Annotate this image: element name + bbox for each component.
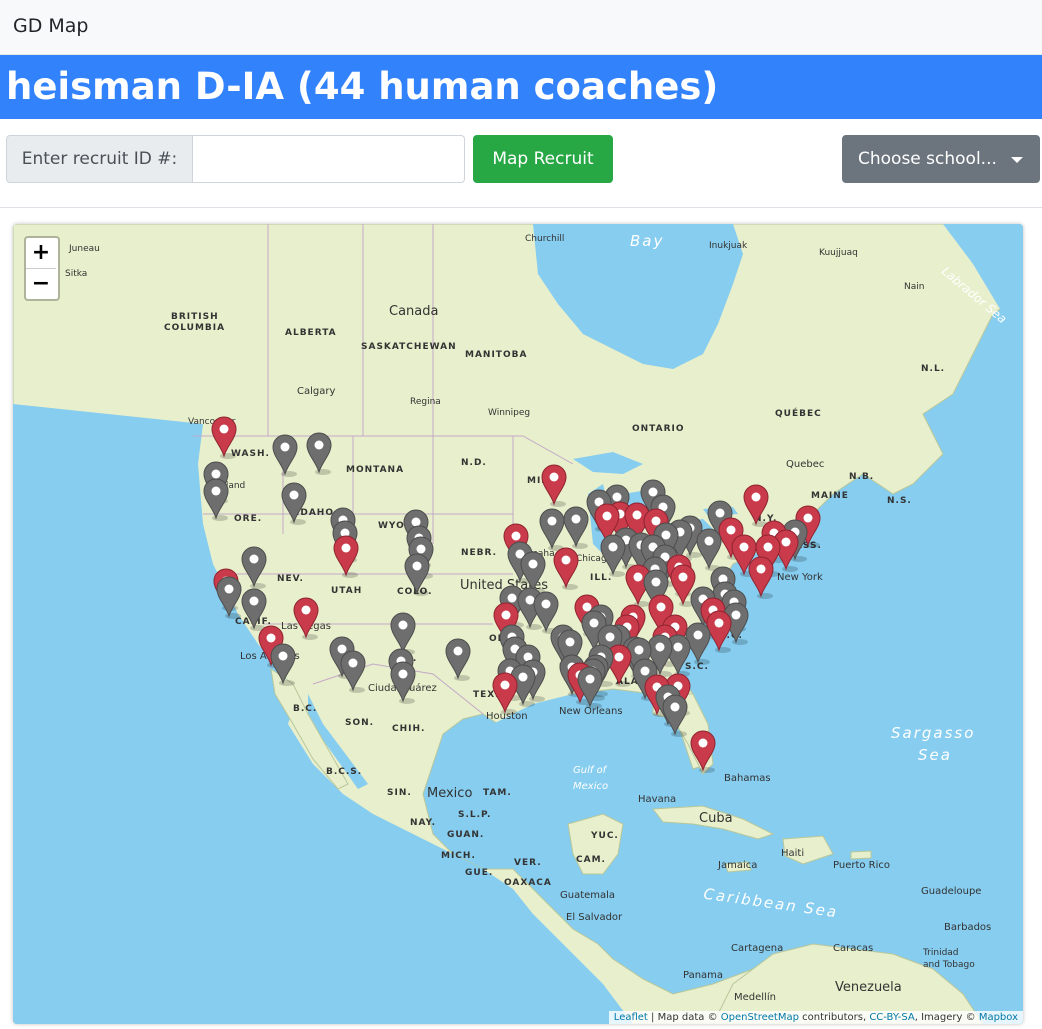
sim-school-marker[interactable]	[445, 638, 471, 681]
leaflet-link[interactable]: Leaflet	[614, 1012, 648, 1023]
sim-school-marker[interactable]	[216, 576, 242, 619]
sim-school-marker[interactable]	[340, 650, 366, 693]
human-coach-marker[interactable]	[541, 464, 567, 507]
sim-school-marker[interactable]	[563, 506, 589, 549]
zoom-control: + −	[24, 236, 60, 301]
attribution-text: contributors,	[798, 1012, 870, 1023]
map[interactable]: Juneau Sitka BRITISH COLUMBIA ALBERTA Ca…	[13, 224, 1023, 1024]
sim-school-marker[interactable]	[270, 643, 296, 686]
mapbox-link[interactable]: Mapbox	[979, 1012, 1018, 1023]
choose-school-label: Choose school...	[858, 149, 997, 169]
human-coach-marker[interactable]	[743, 484, 769, 527]
attribution-text: | Map data ©	[647, 1012, 721, 1023]
osm-link[interactable]: OpenStreetMap	[721, 1012, 799, 1023]
sim-school-marker[interactable]	[281, 482, 307, 525]
sim-school-marker[interactable]	[272, 434, 298, 477]
map-attribution: Leaflet | Map data © OpenStreetMap contr…	[608, 1011, 1023, 1024]
attribution-text: , Imagery ©	[914, 1012, 979, 1023]
caret-down-icon	[1011, 157, 1023, 163]
sim-school-marker[interactable]	[600, 534, 626, 577]
choose-school-dropdown[interactable]: Choose school...	[842, 135, 1040, 183]
zoom-out-button[interactable]: −	[26, 269, 56, 299]
marker-layer[interactable]	[13, 224, 1023, 1024]
human-coach-marker[interactable]	[333, 535, 359, 578]
sim-school-marker[interactable]	[390, 661, 416, 704]
sim-school-marker[interactable]	[539, 508, 565, 551]
zoom-in-button[interactable]: +	[26, 238, 56, 269]
sim-school-marker[interactable]	[696, 528, 722, 571]
sim-school-marker[interactable]	[404, 553, 430, 596]
sim-school-marker[interactable]	[241, 546, 267, 589]
navbar: GD Map	[0, 0, 1042, 55]
title-banner: heisman D-IA (44 human coaches)	[0, 55, 1042, 119]
sim-school-marker[interactable]	[241, 588, 267, 631]
human-coach-marker[interactable]	[706, 610, 732, 653]
sim-school-marker[interactable]	[203, 478, 229, 521]
sim-school-marker[interactable]	[306, 432, 332, 475]
page-title: heisman D-IA (44 human coaches)	[6, 65, 719, 108]
human-coach-marker[interactable]	[553, 547, 579, 590]
controls-bar: Enter recruit ID #: Map Recruit Choose s…	[0, 119, 1042, 208]
recruit-id-label: Enter recruit ID #:	[6, 135, 193, 183]
recruit-input-group: Enter recruit ID #:	[6, 135, 465, 183]
human-coach-marker[interactable]	[293, 597, 319, 640]
human-coach-marker[interactable]	[211, 416, 237, 459]
sim-school-marker[interactable]	[520, 551, 546, 594]
map-recruit-button[interactable]: Map Recruit	[473, 135, 613, 183]
license-link[interactable]: CC-BY-SA	[869, 1012, 914, 1023]
human-coach-marker[interactable]	[748, 556, 774, 599]
human-coach-marker[interactable]	[492, 672, 518, 715]
human-coach-marker[interactable]	[690, 730, 716, 773]
brand[interactable]: GD Map	[13, 15, 89, 37]
recruit-id-input[interactable]	[193, 135, 465, 183]
sim-school-marker[interactable]	[662, 694, 688, 737]
